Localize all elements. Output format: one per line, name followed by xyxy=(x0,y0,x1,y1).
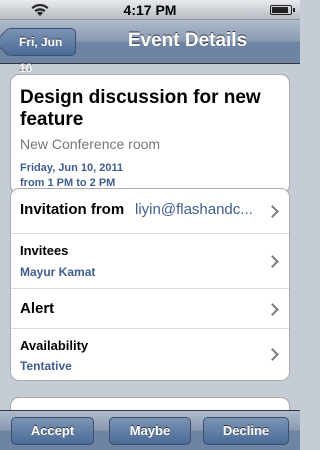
availability-label: Availability xyxy=(20,338,89,353)
status-bar: 4:17 PM xyxy=(0,0,300,20)
invitees-value: Mayur Kamat xyxy=(20,265,96,279)
accept-button[interactable]: Accept xyxy=(11,417,94,445)
event-details-group: Invitation from liyin@flashandc... Invit… xyxy=(10,188,290,381)
invitation-row[interactable]: Invitation from liyin@flashandc... xyxy=(11,189,289,234)
status-time: 4:17 PM xyxy=(123,2,177,18)
event-date: Friday, Jun 10, 2011 xyxy=(20,162,124,174)
chevron-right-icon xyxy=(266,205,279,218)
invitees-row[interactable]: Invitees Mayur Kamat xyxy=(11,234,289,289)
invitation-value: liyin@flashandc... xyxy=(135,201,253,218)
page-title: Event Details xyxy=(127,30,248,51)
event-title: Design discussion for new feature xyxy=(20,87,261,130)
event-location: New Conference room xyxy=(20,136,161,152)
navigation-bar: Fri, Jun 10 Event Details xyxy=(0,20,300,75)
chevron-right-icon xyxy=(266,348,279,361)
decline-button[interactable]: Decline xyxy=(203,417,289,445)
battery-icon xyxy=(270,5,295,15)
back-button[interactable]: Fri, Jun 10 xyxy=(6,28,76,75)
invitation-label: Invitation from xyxy=(20,201,125,218)
response-toolbar: Accept Maybe Decline xyxy=(0,410,300,450)
maybe-button[interactable]: Maybe xyxy=(109,417,191,445)
chevron-right-icon xyxy=(266,255,279,268)
event-header-card: Design discussion for new feature New Co… xyxy=(10,74,290,194)
battery-level xyxy=(272,7,289,13)
alert-row[interactable]: Alert xyxy=(11,289,289,329)
chevron-right-icon xyxy=(266,303,279,316)
availability-row[interactable]: Availability Tentative xyxy=(11,329,289,381)
invitees-label: Invitees xyxy=(20,243,69,258)
next-group-partial xyxy=(10,397,290,410)
alert-label: Alert xyxy=(20,300,55,317)
event-details-content[interactable]: Design discussion for new feature New Co… xyxy=(0,64,300,410)
availability-value: Tentative xyxy=(20,359,72,373)
